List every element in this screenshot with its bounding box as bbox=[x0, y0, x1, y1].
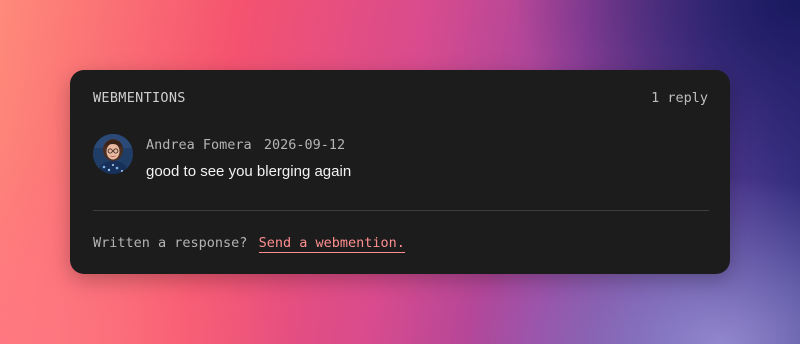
reply-date[interactable]: 2026-09-12 bbox=[264, 137, 345, 153]
send-webmention-link[interactable]: Send a webmention. bbox=[258, 235, 405, 253]
reply-text: good to see you blerging again bbox=[146, 163, 352, 180]
avatar[interactable] bbox=[93, 134, 133, 174]
section-heading: WEBMENTIONS bbox=[93, 90, 186, 106]
divider bbox=[93, 210, 709, 211]
reply-meta: Andrea Fomera 2026-09-12 bbox=[146, 137, 345, 153]
avatar-image bbox=[93, 134, 133, 174]
webmention-footer: Written a response? Send a webmention. bbox=[93, 235, 405, 253]
response-prompt: Written a response? bbox=[93, 235, 248, 251]
reply-author[interactable]: Andrea Fomera bbox=[146, 137, 252, 153]
reply-count: 1 reply bbox=[651, 90, 708, 106]
webmentions-card: WEBMENTIONS 1 reply Andrea Fomera 2026-0… bbox=[70, 70, 730, 274]
